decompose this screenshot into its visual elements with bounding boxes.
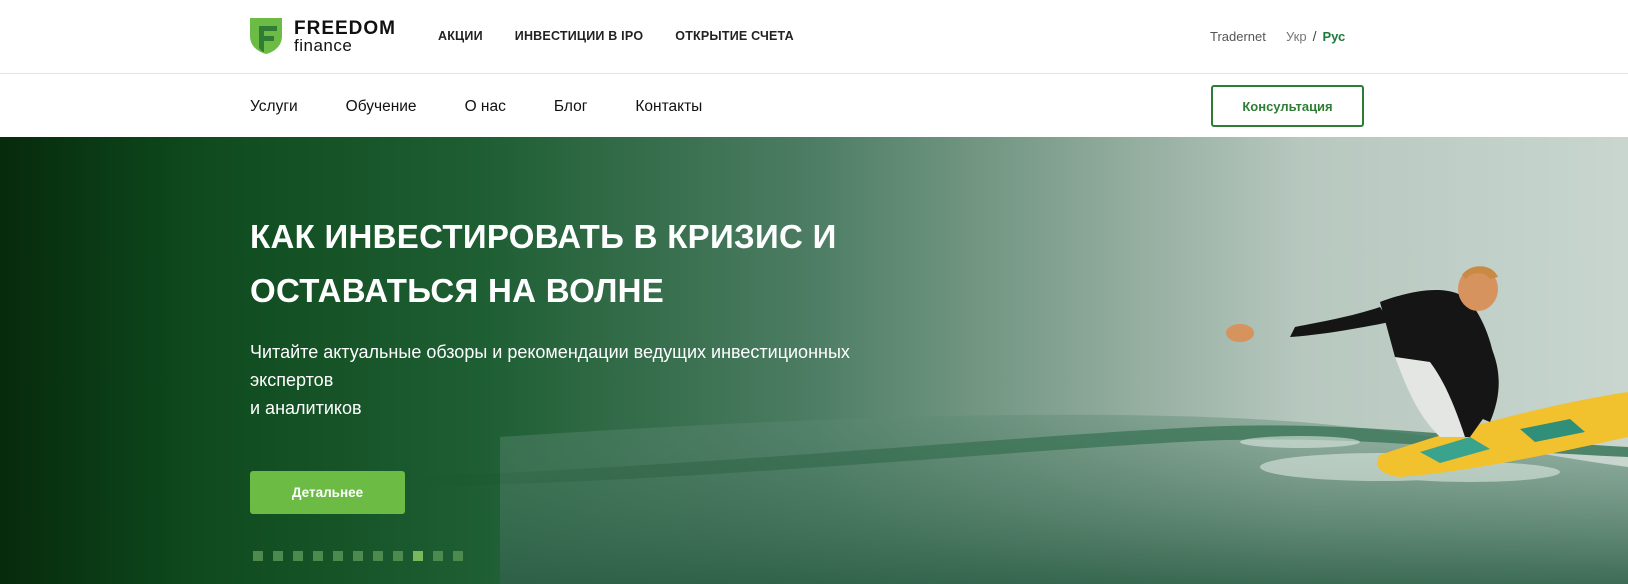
logo-icon (250, 18, 282, 54)
main-nav: Услуги Обучение О нас Блог Контакты (250, 98, 750, 116)
hero-title: КАК ИНВЕСТИРОВАТЬ В КРИЗИС И ОСТАВАТЬСЯ … (250, 210, 950, 318)
slider-dot[interactable] (373, 551, 383, 561)
logo[interactable]: FREEDOM finance (250, 18, 400, 56)
top-nav-open-account[interactable]: ОТКРЫТИЕ СЧЕТА (675, 29, 794, 43)
slider-dot[interactable] (333, 551, 343, 561)
top-nav-ipo[interactable]: ИНВЕСТИЦИИ В IPO (515, 29, 644, 43)
main-nav-contacts[interactable]: Контакты (635, 98, 702, 116)
main-nav-education[interactable]: Обучение (346, 98, 417, 116)
header-top: FREEDOM finance АКЦИИ ИНВЕСТИЦИИ В IPO О… (0, 0, 1628, 74)
top-nav: АКЦИИ ИНВЕСТИЦИИ В IPO ОТКРЫТИЕ СЧЕТА (438, 29, 826, 43)
slider-dot[interactable] (413, 551, 423, 561)
main-nav-about[interactable]: О нас (465, 98, 506, 116)
lang-rus[interactable]: Рус (1322, 29, 1345, 44)
lang-separator: / (1312, 28, 1317, 44)
slider-pagination (253, 551, 473, 561)
logo-text-finance: finance (294, 36, 353, 55)
slider-dot[interactable] (453, 551, 463, 561)
details-button[interactable]: Детальнее (250, 471, 405, 514)
consultation-button[interactable]: Консультация (1211, 85, 1364, 127)
slider-dot[interactable] (273, 551, 283, 561)
tradernet-link[interactable]: Tradernet (1210, 29, 1266, 44)
hero-subtitle-line2: и аналитиков (250, 398, 362, 418)
hero-subtitle-line1: Читайте актуальные обзоры и рекомендации… (250, 342, 850, 390)
slider-dot[interactable] (313, 551, 323, 561)
slider-dot[interactable] (293, 551, 303, 561)
top-nav-stocks[interactable]: АКЦИИ (438, 29, 483, 43)
language-switcher: Укр / Рус (1286, 28, 1345, 44)
hero-banner: КАК ИНВЕСТИРОВАТЬ В КРИЗИС И ОСТАВАТЬСЯ … (0, 137, 1628, 584)
main-nav-services[interactable]: Услуги (250, 98, 298, 116)
hero-title-line1: КАК ИНВЕСТИРОВАТЬ В КРИЗИС И (250, 218, 837, 255)
lang-ukr[interactable]: Укр (1286, 29, 1307, 44)
hero-subtitle: Читайте актуальные обзоры и рекомендации… (250, 338, 930, 422)
hero-title-line2: ОСТАВАТЬСЯ НА ВОЛНЕ (250, 272, 665, 309)
main-nav-blog[interactable]: Блог (554, 98, 588, 116)
page: FREEDOM finance АКЦИИ ИНВЕСТИЦИИ В IPO О… (0, 0, 1628, 584)
slider-dot[interactable] (353, 551, 363, 561)
header-main: Услуги Обучение О нас Блог Контакты Конс… (0, 74, 1628, 137)
slider-dot[interactable] (433, 551, 443, 561)
slider-dot[interactable] (393, 551, 403, 561)
slider-dot[interactable] (253, 551, 263, 561)
